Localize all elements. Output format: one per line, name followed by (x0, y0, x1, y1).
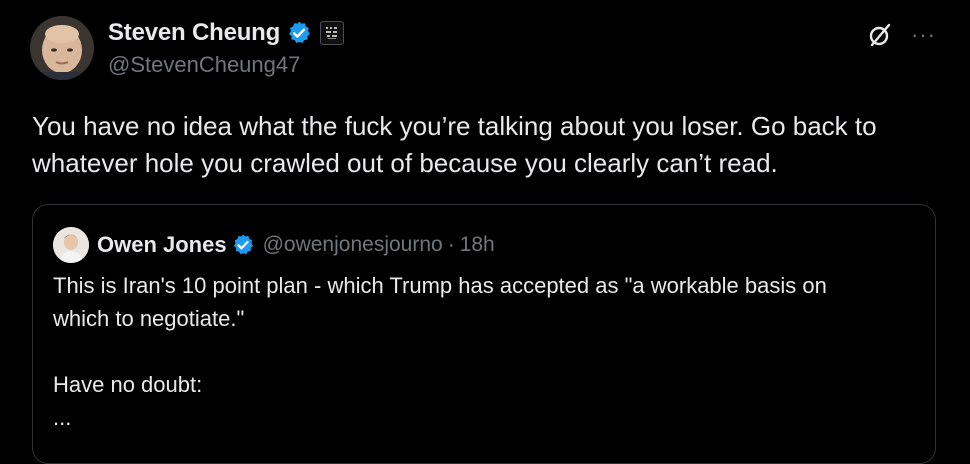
quoted-verified-badge-icon (231, 233, 255, 257)
post: Steven Cheung @StevenCheung47 ··· You ha… (0, 0, 970, 464)
post-actions: ··· (867, 22, 936, 48)
verified-badge-icon (286, 20, 312, 46)
author-avatar-image (30, 16, 94, 80)
quoted-text-line: ... (53, 405, 72, 430)
more-options-icon[interactable]: ··· (911, 24, 936, 46)
quoted-author-avatar[interactable] (53, 227, 89, 263)
quoted-timestamp[interactable]: 18h (460, 233, 495, 257)
author-avatar[interactable] (30, 16, 94, 80)
quoted-post[interactable]: Owen Jones @owenjonesjourno · 18h This i… (32, 204, 936, 464)
quoted-post-header: Owen Jones @owenjonesjourno · 18h (53, 227, 495, 263)
quoted-text-line: This is Iran's 10 point plan - which Tru… (53, 273, 827, 298)
quoted-author-handle[interactable]: @owenjonesjourno (263, 233, 443, 257)
author-name[interactable]: Steven Cheung (108, 19, 280, 47)
quoted-author-avatar-image (53, 227, 89, 263)
quoted-author-name[interactable]: Owen Jones (97, 232, 227, 258)
author-name-row: Steven Cheung (108, 18, 345, 48)
affiliation-badge-icon[interactable] (320, 21, 345, 45)
quoted-text-line: Have no doubt: (53, 372, 203, 397)
quoted-post-text: This is Iran's 10 point plan - which Tru… (53, 269, 923, 434)
quoted-text-line (53, 335, 923, 368)
quoted-text-line: which to negotiate." (53, 306, 245, 331)
grok-icon[interactable] (867, 22, 893, 48)
post-text: You have no idea what the fuck you’re ta… (32, 111, 877, 178)
quoted-separator: · (447, 233, 455, 256)
author-handle[interactable]: @StevenCheung47 (108, 52, 300, 78)
